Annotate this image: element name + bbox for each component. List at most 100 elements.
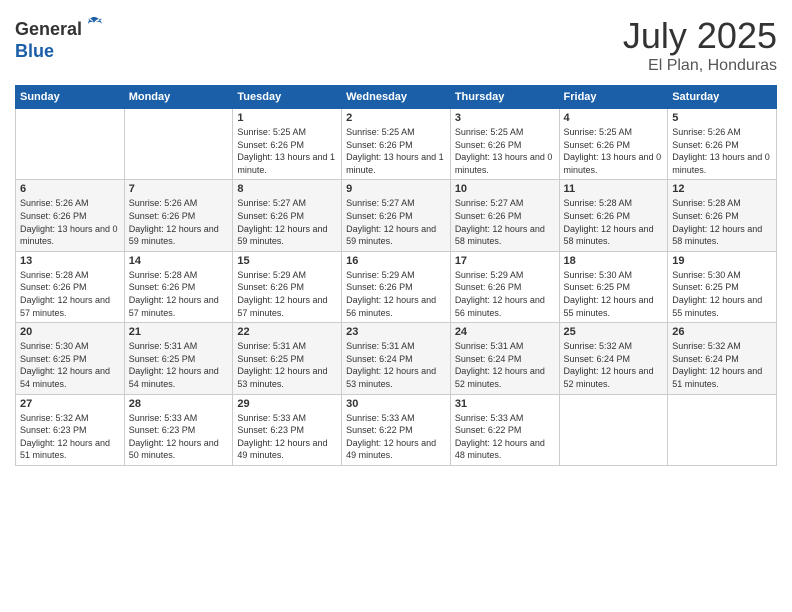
title-block: July 2025 El Plan, Honduras: [623, 15, 777, 75]
day-info: Sunrise: 5:31 AM Sunset: 6:24 PM Dayligh…: [455, 340, 555, 390]
day-number: 15: [237, 255, 337, 267]
logo-blue-text: Blue: [15, 41, 104, 62]
day-info: Sunrise: 5:25 AM Sunset: 6:26 PM Dayligh…: [346, 126, 446, 176]
day-number: 11: [564, 183, 664, 195]
calendar-week-row: 1 Sunrise: 5:25 AM Sunset: 6:26 PM Daylig…: [16, 109, 777, 180]
calendar-cell: 24 Sunrise: 5:31 AM Sunset: 6:24 PM Dayli…: [450, 323, 559, 394]
calendar-cell: 28 Sunrise: 5:33 AM Sunset: 6:23 PM Dayli…: [124, 394, 233, 465]
day-number: 20: [20, 326, 120, 338]
calendar-cell: 18 Sunrise: 5:30 AM Sunset: 6:25 PM Dayli…: [559, 251, 668, 322]
calendar-cell: 23 Sunrise: 5:31 AM Sunset: 6:24 PM Dayli…: [342, 323, 451, 394]
day-number: 2: [346, 112, 446, 124]
calendar: SundayMondayTuesdayWednesdayThursdayFrid…: [15, 85, 777, 466]
day-info: Sunrise: 5:26 AM Sunset: 6:26 PM Dayligh…: [672, 126, 772, 176]
day-info: Sunrise: 5:27 AM Sunset: 6:26 PM Dayligh…: [455, 197, 555, 247]
calendar-cell: 11Sunrise: 5:28 AM Sunset: 6:26 PM Dayli…: [559, 180, 668, 251]
logo-bird-icon: [84, 15, 104, 35]
calendar-cell: 6 Sunrise: 5:26 AM Sunset: 6:26 PM Daylig…: [16, 180, 125, 251]
day-info: Sunrise: 5:29 AM Sunset: 6:26 PM Dayligh…: [237, 269, 337, 319]
calendar-cell: 27Sunrise: 5:32 AM Sunset: 6:23 PM Dayli…: [16, 394, 125, 465]
day-number: 24: [455, 326, 555, 338]
calendar-cell: [124, 109, 233, 180]
calendar-cell: 26 Sunrise: 5:32 AM Sunset: 6:24 PM Dayli…: [668, 323, 777, 394]
day-number: 3: [455, 112, 555, 124]
day-number: 22: [237, 326, 337, 338]
day-number: 14: [129, 255, 229, 267]
calendar-cell: 8Sunrise: 5:27 AM Sunset: 6:26 PM Daylig…: [233, 180, 342, 251]
day-info: Sunrise: 5:28 AM Sunset: 6:26 PM Dayligh…: [672, 197, 772, 247]
day-number: 6: [20, 183, 120, 195]
day-number: 28: [129, 398, 229, 410]
day-info: Sunrise: 5:29 AM Sunset: 6:26 PM Dayligh…: [346, 269, 446, 319]
weekday-header-saturday: Saturday: [668, 86, 777, 109]
day-number: 1: [237, 112, 337, 124]
day-info: Sunrise: 5:33 AM Sunset: 6:23 PM Dayligh…: [237, 412, 337, 462]
day-number: 13: [20, 255, 120, 267]
day-number: 7: [129, 183, 229, 195]
day-info: Sunrise: 5:29 AM Sunset: 6:26 PM Dayligh…: [455, 269, 555, 319]
month-title: July 2025: [623, 15, 777, 57]
calendar-cell: 15 Sunrise: 5:29 AM Sunset: 6:26 PM Dayli…: [233, 251, 342, 322]
calendar-week-row: 27Sunrise: 5:32 AM Sunset: 6:23 PM Dayli…: [16, 394, 777, 465]
day-number: 10: [455, 183, 555, 195]
day-number: 21: [129, 326, 229, 338]
calendar-cell: 9 Sunrise: 5:27 AM Sunset: 6:26 PM Daylig…: [342, 180, 451, 251]
calendar-cell: 14 Sunrise: 5:28 AM Sunset: 6:26 PM Dayli…: [124, 251, 233, 322]
day-number: 17: [455, 255, 555, 267]
day-info: Sunrise: 5:25 AM Sunset: 6:26 PM Dayligh…: [564, 126, 664, 176]
calendar-cell: 30Sunrise: 5:33 AM Sunset: 6:22 PM Dayli…: [342, 394, 451, 465]
weekday-header-thursday: Thursday: [450, 86, 559, 109]
day-info: Sunrise: 5:28 AM Sunset: 6:26 PM Dayligh…: [20, 269, 120, 319]
weekday-header-tuesday: Tuesday: [233, 86, 342, 109]
day-number: 8: [237, 183, 337, 195]
day-number: 27: [20, 398, 120, 410]
calendar-cell: 29Sunrise: 5:33 AM Sunset: 6:23 PM Dayli…: [233, 394, 342, 465]
calendar-cell: 1 Sunrise: 5:25 AM Sunset: 6:26 PM Daylig…: [233, 109, 342, 180]
calendar-cell: 31 Sunrise: 5:33 AM Sunset: 6:22 PM Dayli…: [450, 394, 559, 465]
day-info: Sunrise: 5:30 AM Sunset: 6:25 PM Dayligh…: [564, 269, 664, 319]
day-number: 23: [346, 326, 446, 338]
day-info: Sunrise: 5:28 AM Sunset: 6:26 PM Dayligh…: [129, 269, 229, 319]
calendar-week-row: 6 Sunrise: 5:26 AM Sunset: 6:26 PM Daylig…: [16, 180, 777, 251]
logo: General Blue: [15, 15, 104, 62]
day-number: 25: [564, 326, 664, 338]
day-info: Sunrise: 5:30 AM Sunset: 6:25 PM Dayligh…: [672, 269, 772, 319]
day-info: Sunrise: 5:25 AM Sunset: 6:26 PM Dayligh…: [455, 126, 555, 176]
calendar-cell: 16 Sunrise: 5:29 AM Sunset: 6:26 PM Dayli…: [342, 251, 451, 322]
logo-text: General: [15, 15, 104, 41]
calendar-cell: 21 Sunrise: 5:31 AM Sunset: 6:25 PM Dayli…: [124, 323, 233, 394]
day-number: 9: [346, 183, 446, 195]
day-number: 19: [672, 255, 772, 267]
logo-general: General: [15, 19, 82, 39]
day-number: 30: [346, 398, 446, 410]
day-info: Sunrise: 5:26 AM Sunset: 6:26 PM Dayligh…: [129, 197, 229, 247]
day-info: Sunrise: 5:33 AM Sunset: 6:22 PM Dayligh…: [455, 412, 555, 462]
day-number: 31: [455, 398, 555, 410]
day-info: Sunrise: 5:27 AM Sunset: 6:26 PM Dayligh…: [346, 197, 446, 247]
day-info: Sunrise: 5:30 AM Sunset: 6:25 PM Dayligh…: [20, 340, 120, 390]
day-number: 4: [564, 112, 664, 124]
day-number: 18: [564, 255, 664, 267]
calendar-week-row: 13 Sunrise: 5:28 AM Sunset: 6:26 PM Dayli…: [16, 251, 777, 322]
day-number: 12: [672, 183, 772, 195]
weekday-header-wednesday: Wednesday: [342, 86, 451, 109]
calendar-cell: 17 Sunrise: 5:29 AM Sunset: 6:26 PM Dayli…: [450, 251, 559, 322]
day-info: Sunrise: 5:32 AM Sunset: 6:24 PM Dayligh…: [672, 340, 772, 390]
day-number: 26: [672, 326, 772, 338]
calendar-header-row: SundayMondayTuesdayWednesdayThursdayFrid…: [16, 86, 777, 109]
location-title: El Plan, Honduras: [623, 57, 777, 75]
day-info: Sunrise: 5:31 AM Sunset: 6:24 PM Dayligh…: [346, 340, 446, 390]
calendar-cell: 5Sunrise: 5:26 AM Sunset: 6:26 PM Daylig…: [668, 109, 777, 180]
day-info: Sunrise: 5:25 AM Sunset: 6:26 PM Dayligh…: [237, 126, 337, 176]
day-info: Sunrise: 5:26 AM Sunset: 6:26 PM Dayligh…: [20, 197, 120, 247]
calendar-week-row: 20 Sunrise: 5:30 AM Sunset: 6:25 PM Dayli…: [16, 323, 777, 394]
header: General Blue July 2025 El Plan, Honduras: [15, 15, 777, 75]
calendar-cell: 2 Sunrise: 5:25 AM Sunset: 6:26 PM Daylig…: [342, 109, 451, 180]
weekday-header-monday: Monday: [124, 86, 233, 109]
day-number: 16: [346, 255, 446, 267]
day-info: Sunrise: 5:31 AM Sunset: 6:25 PM Dayligh…: [129, 340, 229, 390]
calendar-cell: [559, 394, 668, 465]
page: General Blue July 2025 El Plan, Honduras…: [0, 0, 792, 612]
day-info: Sunrise: 5:33 AM Sunset: 6:23 PM Dayligh…: [129, 412, 229, 462]
calendar-cell: [668, 394, 777, 465]
